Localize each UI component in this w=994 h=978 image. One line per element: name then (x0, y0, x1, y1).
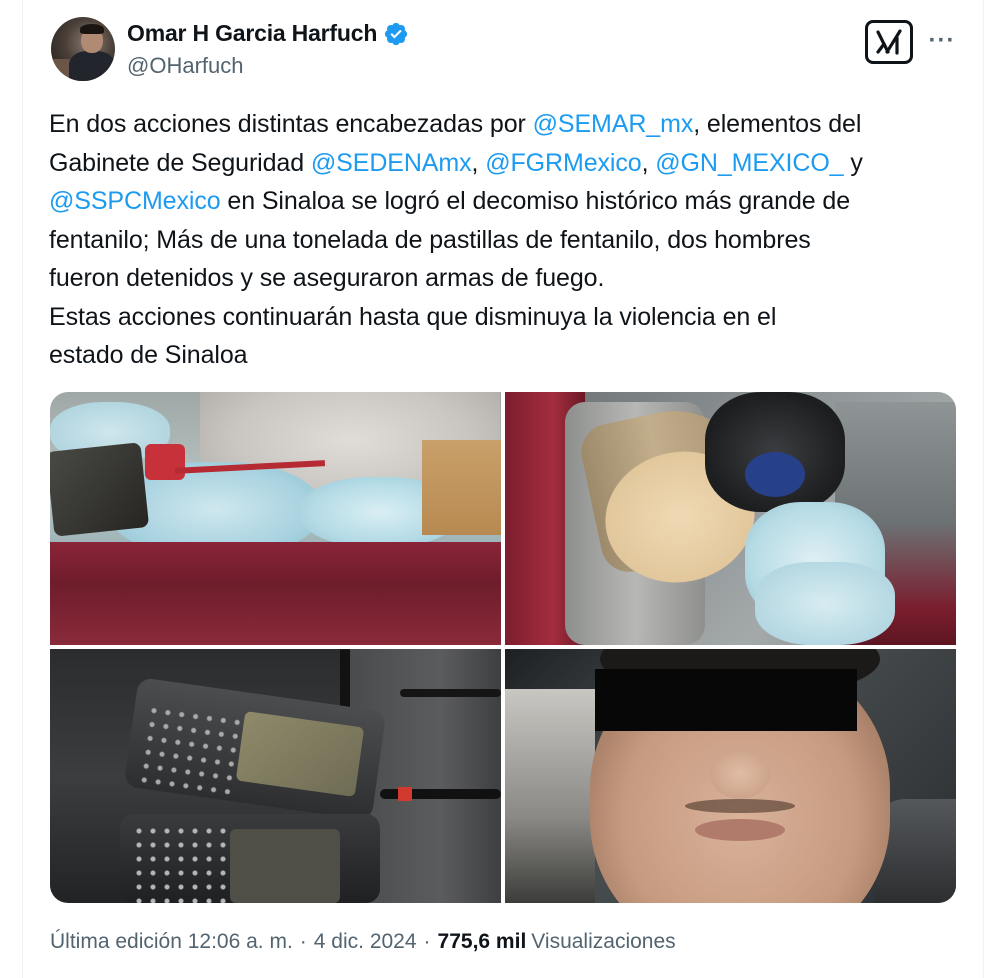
display-name[interactable]: Omar H Garcia Harfuch (127, 20, 377, 47)
verified-badge-icon[interactable] (383, 21, 409, 47)
truck-bed-edge (50, 542, 501, 645)
tweet-text-segment: estado de Sinaloa (49, 341, 248, 369)
car-window (505, 689, 595, 903)
avatar-hair (80, 24, 104, 34)
antenna (400, 689, 501, 697)
avatar[interactable] (51, 17, 115, 81)
photo-truck-bed[interactable] (50, 392, 501, 645)
separator: · (423, 930, 431, 953)
tweet-text-line: @SSPCMexico en Sinaloa se logró el decom… (49, 182, 961, 221)
tweet-text-segment: Gabinete de Seguridad (49, 148, 311, 177)
more-icon: ··· (928, 27, 956, 54)
pill-bag (755, 562, 895, 645)
tweet-text-segment: , (471, 148, 486, 177)
tweet-text-line: estado de Sinaloa (49, 336, 961, 375)
lips (695, 819, 785, 841)
tweet-text-segment: , (641, 148, 656, 177)
media-grid (50, 392, 956, 903)
tweet-text-segment: fueron detenidos y se aseguraron armas d… (49, 264, 605, 292)
separator: · (299, 930, 307, 953)
tweet-meta: Última edición 12:06 a. m. · 4 dic. 2024… (50, 930, 676, 954)
tweet-text-line: En dos acciones distintas encabezadas po… (49, 105, 961, 144)
blue-glove (745, 452, 805, 497)
tweet-text-line: Estas acciones continuarán hasta que dis… (49, 298, 961, 337)
photo-radios[interactable] (50, 649, 501, 903)
more-options-button[interactable]: ··· (925, 24, 959, 58)
tweet-text-line: Gabinete de Seguridad @SEDENAmx, @FGRMex… (49, 144, 961, 183)
tweet-text-segment: Estas acciones continuarán hasta que dis… (49, 302, 777, 331)
mention-link[interactable]: @SEMAR_mx (533, 110, 694, 138)
radio-screen (230, 829, 340, 903)
avatar-torso (69, 51, 115, 81)
antenna-red-band (398, 787, 412, 801)
cardboard-box (422, 440, 501, 535)
black-box (50, 442, 150, 537)
mention-link[interactable]: @SEDENAmx (311, 149, 472, 177)
photo-detainee[interactable] (505, 649, 956, 903)
mustache (685, 799, 795, 813)
radio-keypad (132, 824, 227, 903)
grok-button[interactable] (865, 20, 913, 64)
censor-bar (595, 669, 857, 731)
mention-link[interactable]: @SSPCMexico (49, 187, 221, 215)
author-handle[interactable]: @OHarfuch (127, 53, 243, 79)
photo-barrel-in-cab[interactable] (505, 392, 956, 645)
tweet-text-segment: y (843, 148, 863, 177)
grok-icon (876, 29, 902, 55)
tweet-text-line: fueron detenidos y se aseguraron armas d… (49, 259, 961, 298)
views-count: 775,6 mil (437, 930, 527, 953)
tweet-text-line: fentanilo; Más de una tonelada de pastil… (49, 221, 961, 260)
nose (710, 749, 770, 799)
tweet-text-segment: En dos acciones distintas encabezadas po… (49, 110, 533, 138)
edited-timestamp[interactable]: Última edición 12:06 a. m. (50, 930, 293, 954)
mention-link[interactable]: @GN_MEXICO_ (655, 149, 843, 177)
tweet-text-segment: , elementos del (693, 110, 862, 138)
views-label: Visualizaciones (531, 930, 676, 953)
tweet-text-segment: fentanilo; Más de una tonelada de pastil… (49, 225, 811, 254)
red-tool (145, 444, 185, 480)
tweet-text: En dos acciones distintas encabezadas po… (49, 105, 961, 375)
tweet-text-segment: en Sinaloa se logró el decomiso históric… (220, 187, 851, 215)
author-name-row[interactable]: Omar H Garcia Harfuch (127, 20, 409, 47)
radio-keypad (136, 702, 243, 796)
tweet-date[interactable]: 4 dic. 2024 (314, 930, 417, 954)
mention-link[interactable]: @FGRMexico (485, 149, 641, 177)
